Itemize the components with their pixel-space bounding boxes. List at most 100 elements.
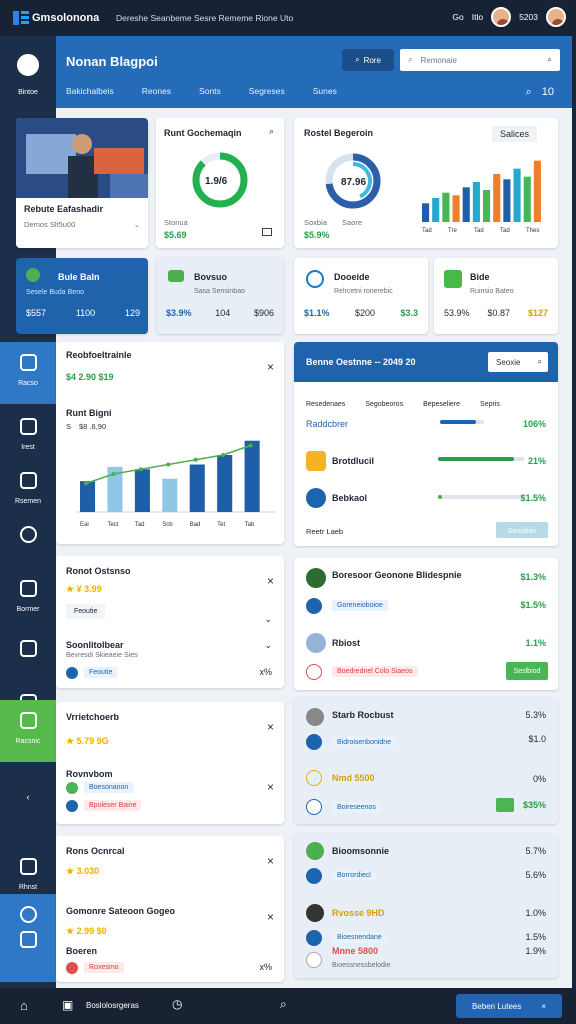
grid-icon	[19, 640, 37, 657]
close-icon[interactable]: ×	[267, 780, 274, 794]
x-tick-label: Tad	[500, 228, 510, 234]
close-icon[interactable]: ×	[267, 720, 274, 734]
avatar[interactable]	[491, 7, 512, 27]
status-icon	[66, 782, 78, 794]
calendar-icon	[19, 354, 37, 371]
avatar	[306, 842, 324, 860]
mail-icon	[19, 580, 37, 597]
chevron-left-icon: ‹	[26, 792, 30, 802]
row-progress-2	[438, 457, 514, 461]
tab-5[interactable]: Sunes	[313, 86, 337, 96]
status-icon	[66, 800, 78, 812]
top-subtitle: Dereshe Seanbeme Sesre Rememe Rione Uto	[116, 13, 294, 23]
wallet-icon	[168, 270, 184, 282]
chevron-down-icon[interactable]: ⌄	[264, 640, 272, 651]
right-list-card-2: Starb Rocbust 5.3% Bidroisenbonidne $1.0…	[294, 698, 558, 824]
sidebar-item-grid[interactable]	[0, 628, 56, 690]
series-point	[84, 481, 88, 486]
status-icon	[306, 770, 322, 786]
app-title: Gmsolonona	[32, 12, 100, 24]
bar	[513, 168, 521, 222]
avatar	[26, 268, 40, 282]
home-icon[interactable]: ⌂	[20, 998, 28, 1013]
x-tick-label: Scb	[162, 522, 173, 528]
top-bar: Gmsolonona Dereshe Seanbeme Sesre Rememe…	[0, 0, 576, 36]
option-chip[interactable]: Feoutie	[66, 604, 106, 619]
x-tick-label: Thes	[526, 228, 539, 234]
sidebar-item-active[interactable]	[0, 894, 56, 982]
tab-2[interactable]: Reones	[142, 86, 171, 96]
sidebar-item-back[interactable]: ‹	[0, 780, 56, 842]
sidebar-item-racsnic[interactable]: Racsnic	[0, 700, 56, 762]
bar-line-chart: Eal Tect Tad Scb Bad Tet Tab	[76, 440, 276, 528]
sidebar-item-label: Racso	[18, 380, 38, 387]
sort-button[interactable]: Seoxie ⌕	[488, 352, 548, 372]
chevron-down-icon[interactable]: ⌄	[264, 614, 272, 625]
close-icon[interactable]: ×	[267, 910, 274, 924]
top-action[interactable]: Itlo	[472, 12, 483, 22]
series-point	[248, 443, 253, 448]
row-progress-1	[440, 420, 477, 424]
search-icon[interactable]: ⌕	[526, 86, 532, 99]
bar-card: Rostel Begeroin Salices 87.96 Soxbia Sao…	[294, 118, 558, 248]
doc-icon[interactable]: ▣	[62, 998, 73, 1012]
sales-chip[interactable]: Salices	[492, 126, 538, 142]
sidebar-item-bormer[interactable]: Bormer	[0, 568, 56, 630]
profile-name: Rebute Eafashadir	[24, 204, 104, 214]
chevron-down-icon[interactable]: ⌄	[134, 220, 140, 229]
sidebar-item-rsemen[interactable]: Rsemen	[0, 460, 56, 522]
chart-card: Reobfoeltrainle $4 2.90 $19 × Runt Bigni…	[56, 342, 284, 544]
sidebar-profile[interactable]: Bintoe	[0, 44, 56, 106]
bar	[422, 203, 430, 222]
footer-button[interactable]: Beben Lutees ×	[456, 994, 562, 1018]
sidebar-item-label: Bintoe	[18, 89, 38, 96]
sidebar-item-clock[interactable]	[0, 514, 56, 576]
x-tick-label: Tet	[217, 522, 225, 528]
filter-button[interactable]: ⌕ Rore	[342, 49, 394, 71]
tab-3[interactable]: Sonts	[199, 86, 221, 96]
close-icon[interactable]: ×	[267, 360, 274, 374]
page-title: Nonan Blagpoi	[66, 54, 158, 69]
stats-card-4: Bide Ruinsio Bateo 53.9% $0.87 $127	[434, 258, 558, 334]
search-input[interactable]: ⌕ Remonaie ⌕	[400, 49, 560, 71]
sidebar-item-label: Rhnst	[18, 884, 38, 891]
action-button[interactable]: Seslbiod	[506, 662, 548, 680]
count: 10	[541, 86, 554, 98]
profile-photo	[16, 118, 148, 198]
avatar	[306, 568, 326, 588]
table-row-label: Brotdlucil	[332, 456, 374, 466]
bar	[162, 478, 178, 512]
avatar	[306, 904, 324, 922]
close-icon[interactable]: ×	[267, 574, 274, 588]
sidebar-item-racso[interactable]: Racso	[0, 342, 56, 404]
tab-1[interactable]: Bakichalbeis	[66, 86, 114, 96]
list-icon	[19, 472, 37, 489]
x-tick-label: Tad	[422, 228, 432, 234]
x-tick-label: Eal	[80, 522, 89, 528]
series-point	[111, 472, 116, 476]
calendar-icon[interactable]	[262, 228, 272, 236]
clock-icon[interactable]: ◷	[172, 997, 182, 1011]
gauge-icon	[19, 418, 37, 435]
sidebar-item-irest[interactable]: Irest	[0, 406, 56, 468]
avatar	[306, 708, 324, 726]
bar	[442, 192, 450, 222]
table-head: Resedenaes Segobeoros Bepeseliere Sepris	[306, 401, 500, 408]
stats-card-1: Bule Baln Sesele Buda Beno $557 1100 129	[16, 258, 148, 334]
series-point	[166, 462, 171, 467]
list-icon	[444, 270, 462, 288]
x-tick-label: Tad	[135, 522, 145, 528]
close-icon: ×	[541, 1001, 547, 1011]
right-list-card-1: Boresoor Geonone Blidespnie $1.3% Gorene…	[294, 558, 558, 690]
search-icon: ⌕	[408, 55, 413, 64]
app-logo	[12, 10, 30, 26]
small-button[interactable]	[496, 798, 514, 812]
user-avatar[interactable]	[546, 7, 566, 27]
tab-4[interactable]: Segreses	[249, 86, 285, 96]
search-icon[interactable]: ⌕	[269, 126, 274, 137]
close-icon[interactable]: ×	[267, 854, 274, 868]
submit-button[interactable]: Seosbier	[496, 522, 548, 538]
search-icon[interactable]: ⌕	[280, 997, 287, 1012]
right-list-card-3: Bioomsonnie 5.7% Borrordiecl 5.6% Rvosse…	[294, 834, 558, 978]
profile-card[interactable]: Rebute Eafashadir Demos Slt5u00 ⌄	[16, 118, 148, 248]
